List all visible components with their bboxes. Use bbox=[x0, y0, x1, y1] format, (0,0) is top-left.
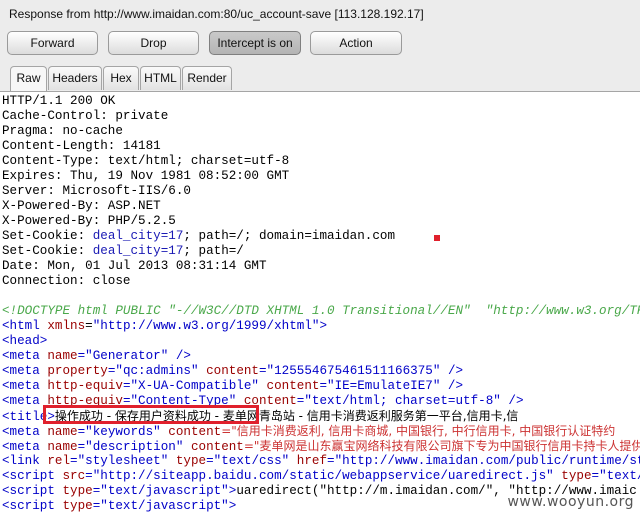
tag: > bbox=[319, 319, 328, 333]
html-line: <meta http-equiv="X-UA-Compatible" conte… bbox=[2, 379, 463, 394]
action-button[interactable]: Action bbox=[310, 31, 402, 55]
html-line: <meta property="qc:admins" content="1255… bbox=[2, 364, 463, 379]
header-line: Cache-Control: private bbox=[2, 109, 169, 123]
doctype-line: <!DOCTYPE html PUBLIC "-//W3C//DTD XHTML… bbox=[2, 304, 640, 318]
tag: /> bbox=[440, 379, 464, 393]
drop-button[interactable]: Drop bbox=[108, 31, 199, 55]
tab-headers[interactable]: Headers bbox=[48, 66, 102, 90]
cookie-value: deal_city=17 bbox=[92, 244, 184, 258]
attr: name bbox=[47, 425, 78, 439]
tag: <meta bbox=[2, 425, 48, 439]
highlight-box bbox=[43, 405, 259, 424]
attr: content bbox=[258, 379, 320, 393]
tab-raw[interactable]: Raw bbox=[10, 66, 47, 92]
response-raw-view[interactable]: HTTP/1.1 200 OK Cache-Control: private P… bbox=[0, 92, 640, 515]
attr: content bbox=[198, 364, 259, 378]
attr: content bbox=[183, 440, 244, 454]
header-line: Date: Mon, 01 Jul 2013 08:31:14 GMT bbox=[2, 259, 267, 273]
tag: <script bbox=[2, 499, 63, 513]
tab-html[interactable]: HTML bbox=[140, 66, 181, 90]
header-text: Set-Cookie: bbox=[2, 244, 93, 258]
attr: name bbox=[47, 440, 78, 454]
tag: <script bbox=[2, 484, 63, 498]
attr: href bbox=[289, 454, 328, 468]
value: ="http://siteapp.baidu.com/static/webapp… bbox=[85, 469, 554, 483]
header-line: Content-Length: 14181 bbox=[2, 139, 161, 153]
header-text: Set-Cookie: bbox=[2, 229, 93, 243]
attr: type bbox=[62, 499, 93, 513]
value: "http://www.w3.org/1999/xhtml" bbox=[92, 319, 320, 333]
header-line: Set-Cookie: deal_city=17; path=/; domain… bbox=[2, 229, 395, 244]
status-line: HTTP/1.1 200 OK bbox=[2, 94, 116, 108]
eq: = bbox=[85, 319, 93, 333]
forward-button[interactable]: Forward bbox=[7, 31, 98, 55]
html-line: <meta name="keywords" content="信用卡消费返利, … bbox=[2, 424, 615, 440]
header-line: Server: Microsoft-IIS/6.0 bbox=[2, 184, 191, 198]
response-title: Response from http://www.imaidan.com:80/… bbox=[9, 7, 424, 21]
attr: type bbox=[168, 454, 207, 468]
tag: <meta bbox=[2, 379, 48, 393]
watermark: www.wooyun.org bbox=[507, 494, 634, 510]
attr: content bbox=[160, 425, 222, 439]
value: ="125554675461511166375" bbox=[259, 364, 441, 378]
header-line: Content-Type: text/html; charset=utf-8 bbox=[2, 154, 290, 168]
tag: > bbox=[228, 499, 237, 513]
proxy-toolbar: Response from http://www.imaidan.com:80/… bbox=[0, 0, 640, 92]
header-line: Connection: close bbox=[2, 274, 131, 288]
html-line: <meta name="Generator" /> bbox=[2, 349, 191, 364]
html-line: <meta name="description" content="麦单网是山东… bbox=[2, 439, 640, 455]
attr: property bbox=[47, 364, 108, 378]
value: ="麦单网是山东赢宝网络科技有限公司旗下专为中国银行信用卡持卡人提供 bbox=[243, 439, 640, 453]
cookie-value: deal_city=17 bbox=[92, 229, 184, 243]
tag: /> bbox=[440, 364, 464, 378]
tag: <meta bbox=[2, 440, 48, 454]
annotation-marker bbox=[434, 235, 440, 241]
value: ="X-UA-Compatible" bbox=[122, 379, 259, 393]
header-line: Set-Cookie: deal_city=17; path=/ bbox=[2, 244, 244, 259]
value: ="stylesheet" bbox=[70, 454, 169, 468]
tag: <link bbox=[2, 454, 48, 468]
tag: <meta bbox=[2, 394, 48, 408]
header-text: ; path=/; domain=imaidan.com bbox=[183, 229, 396, 243]
html-line: <html xmlns="http://www.w3.org/1999/xhtm… bbox=[2, 319, 327, 334]
value: ="text/javascript" bbox=[92, 484, 229, 498]
tag: /> bbox=[500, 394, 524, 408]
value: ="text/html; charset=utf-8" bbox=[296, 394, 501, 408]
header-line: X-Powered-By: PHP/5.2.5 bbox=[2, 214, 176, 228]
attr: type bbox=[553, 469, 592, 483]
value: ="keywords" bbox=[77, 425, 161, 439]
html-line: <head> bbox=[2, 334, 48, 348]
view-tabs: Raw Headers Hex HTML Render bbox=[0, 66, 640, 92]
value: ="description" bbox=[77, 440, 184, 454]
value: ="text/javascript" bbox=[92, 499, 229, 513]
header-line: X-Powered-By: ASP.NET bbox=[2, 199, 161, 213]
value: ="text/javasc bbox=[591, 469, 640, 483]
tag: /> bbox=[168, 349, 191, 363]
value: ="http://www.imaidan.com/public/runtime/… bbox=[327, 454, 640, 468]
tag: <script bbox=[2, 469, 63, 483]
header-text: ; path=/ bbox=[183, 244, 244, 258]
html-line: <link rel="stylesheet" type="text/css" h… bbox=[2, 454, 640, 469]
attr: src bbox=[62, 469, 86, 483]
tag: <html bbox=[2, 319, 48, 333]
html-line: <script src="http://siteapp.baidu.com/st… bbox=[2, 469, 640, 484]
value: ="Generator" bbox=[77, 349, 169, 363]
tab-render[interactable]: Render bbox=[182, 66, 232, 90]
value: ="信用卡消费返利, 信用卡商城, 中国银行, 中行信用卡, 中国银行认证特约 bbox=[221, 424, 616, 438]
intercept-toggle-button[interactable]: Intercept is on bbox=[209, 31, 301, 55]
header-line: Expires: Thu, 19 Nov 1981 08:52:00 GMT bbox=[2, 169, 290, 183]
value: ="text/css" bbox=[206, 454, 290, 468]
header-line: Pragma: no-cache bbox=[2, 124, 123, 138]
tag: <meta bbox=[2, 349, 48, 363]
attr: xmlns bbox=[47, 319, 86, 333]
html-line: <script type="text/javascript"> bbox=[2, 499, 236, 514]
tab-hex[interactable]: Hex bbox=[103, 66, 139, 90]
attr: rel bbox=[47, 454, 71, 468]
attr: name bbox=[47, 349, 78, 363]
value: ="qc:admins" bbox=[107, 364, 199, 378]
attr: http-equiv bbox=[47, 379, 123, 393]
attr: type bbox=[62, 484, 93, 498]
value: ="IE=EmulateIE7" bbox=[319, 379, 441, 393]
tag: <meta bbox=[2, 364, 48, 378]
